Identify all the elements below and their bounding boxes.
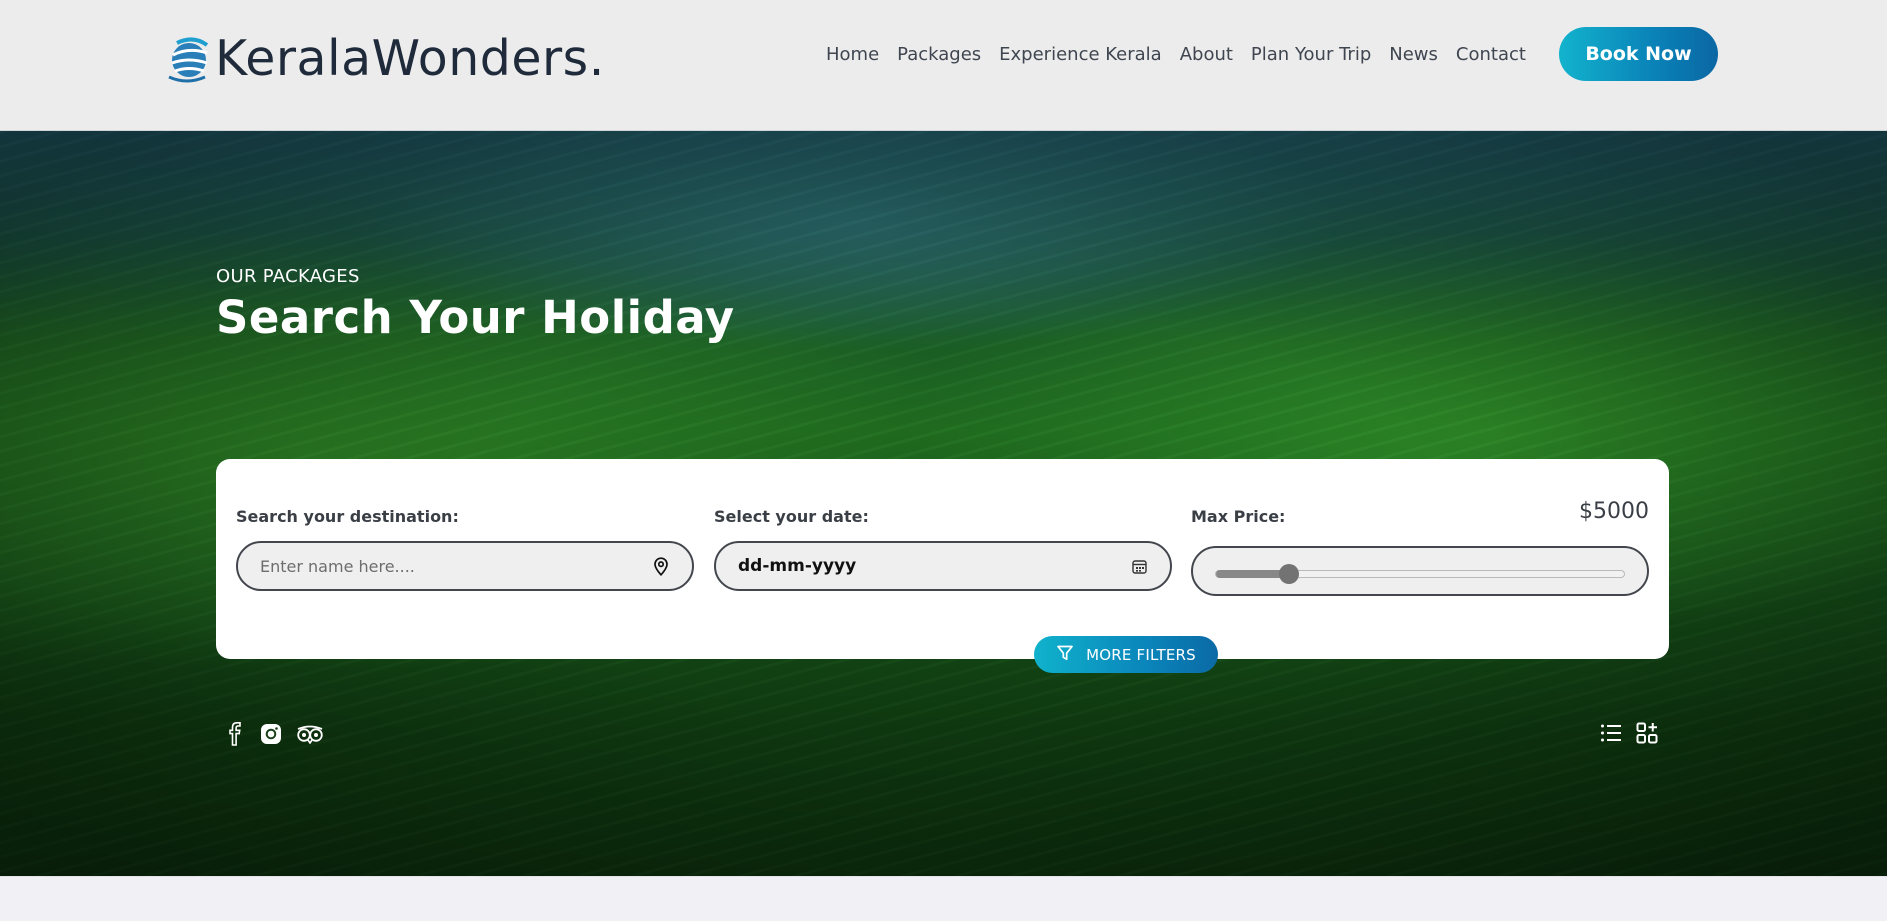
- nav-home[interactable]: Home: [817, 40, 888, 69]
- tripadvisor-icon[interactable]: [296, 724, 324, 744]
- social-links: [224, 722, 324, 746]
- view-toggles: [1600, 722, 1658, 744]
- nav-plan-your-trip[interactable]: Plan Your Trip: [1242, 40, 1380, 69]
- date-field: Select your date: dd-mm-yyyy: [714, 507, 1172, 591]
- nav-about[interactable]: About: [1171, 40, 1242, 69]
- nav-packages[interactable]: Packages: [888, 40, 990, 69]
- price-slider-fill: [1216, 570, 1290, 578]
- destination-field: Search your destination:: [236, 507, 694, 591]
- more-filters-button[interactable]: MORE FILTERS: [1034, 636, 1218, 673]
- book-now-button[interactable]: Book Now: [1559, 27, 1718, 81]
- date-label: Select your date:: [714, 507, 869, 526]
- price-slider-thumb[interactable]: [1279, 564, 1300, 584]
- max-price-value: $5000: [1579, 499, 1649, 524]
- hero-title-prefix: Search Your: [216, 291, 542, 344]
- facebook-icon[interactable]: [224, 722, 246, 746]
- more-filters-label: MORE FILTERS: [1086, 645, 1196, 664]
- calendar-icon[interactable]: [1130, 557, 1148, 575]
- grid-view-icon[interactable]: [1636, 722, 1658, 744]
- list-view-icon[interactable]: [1600, 723, 1622, 743]
- site-header: KeralaWonders. Home Packages Experience …: [0, 0, 1887, 131]
- page-content-area: [0, 876, 1887, 921]
- hero-title-highlight: Holiday: [541, 291, 735, 344]
- main-nav: Home Packages Experience Kerala About Pl…: [817, 40, 1535, 69]
- nav-experience-kerala[interactable]: Experience Kerala: [990, 40, 1171, 69]
- nav-news[interactable]: News: [1380, 40, 1447, 69]
- date-input-value: dd-mm-yyyy: [738, 556, 857, 576]
- destination-input[interactable]: [260, 556, 652, 576]
- price-slider-track[interactable]: [1215, 564, 1625, 584]
- filter-icon: [1056, 644, 1074, 665]
- destination-input-wrapper[interactable]: [236, 541, 694, 591]
- brand-logo[interactable]: KeralaWonders.: [167, 28, 605, 88]
- date-input[interactable]: dd-mm-yyyy: [714, 541, 1172, 591]
- globe-logo-icon: [168, 37, 209, 83]
- map-pin-icon: [652, 556, 670, 576]
- destination-label: Search your destination:: [236, 507, 459, 526]
- search-card: Search your destination: Select your dat…: [216, 459, 1669, 659]
- page-title: Search Your Holiday: [216, 291, 735, 344]
- instagram-icon[interactable]: [260, 723, 282, 745]
- brand-name: KeralaWonders.: [215, 29, 605, 87]
- nav-contact[interactable]: Contact: [1447, 40, 1535, 69]
- hero-pre-title: OUR PACKAGES: [216, 266, 360, 287]
- price-slider-wrapper: [1191, 546, 1649, 596]
